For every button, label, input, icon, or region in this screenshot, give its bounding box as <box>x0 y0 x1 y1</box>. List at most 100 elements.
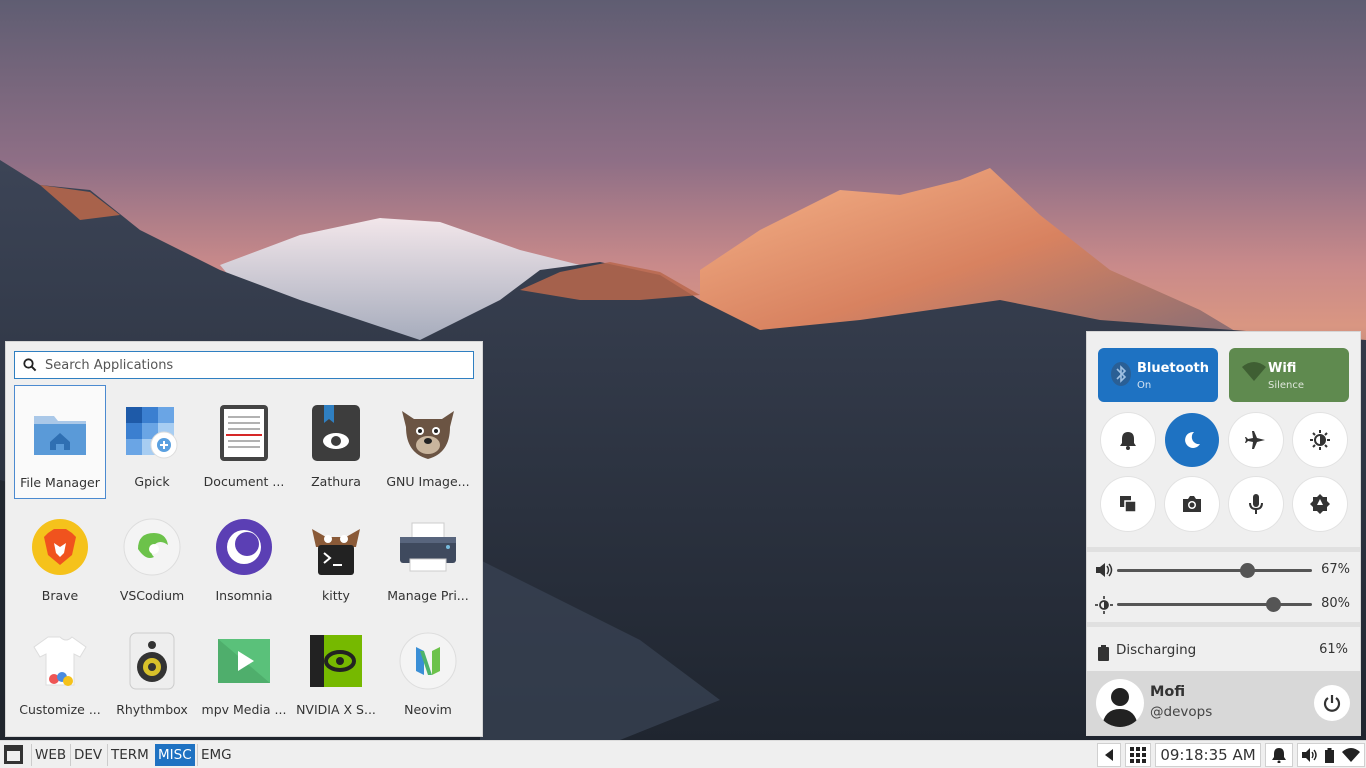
app-manage-printers[interactable]: Manage Pri... <box>382 499 474 613</box>
do-not-disturb-button[interactable] <box>1165 413 1219 467</box>
user-avatar-icon <box>1102 688 1138 727</box>
workspace-dev[interactable]: DEV <box>70 744 105 766</box>
search-box[interactable] <box>14 351 474 379</box>
power-icon <box>1323 695 1341 712</box>
workspace-web[interactable]: WEB <box>31 744 69 766</box>
app-kitty[interactable]: kitty <box>290 499 382 613</box>
app-label: Customize ... <box>19 702 101 717</box>
workspace-term[interactable]: TERM <box>107 744 152 766</box>
nvidia-icon <box>310 635 362 687</box>
avatar[interactable] <box>1096 679 1144 727</box>
brightness-slider[interactable] <box>1117 603 1312 606</box>
volume-value: 67% <box>1321 562 1350 577</box>
taskbar: WEB DEV TERM MISC EMG 09:18:35 AM <box>0 740 1366 768</box>
grid-icon <box>1130 747 1146 763</box>
app-document-viewer[interactable]: Document ... <box>198 385 290 499</box>
volume-slider[interactable] <box>1117 569 1312 572</box>
notifications-button[interactable] <box>1101 413 1155 467</box>
workspace-emg[interactable]: EMG <box>197 744 235 766</box>
separator <box>1087 547 1360 552</box>
brightness-slider-knob[interactable] <box>1265 597 1281 612</box>
power-button[interactable] <box>1314 685 1350 721</box>
app-label: kitty <box>322 588 350 603</box>
app-label: Gpick <box>134 474 170 489</box>
battery-status-text: Discharging <box>1116 642 1197 658</box>
app-label: Neovim <box>404 702 452 717</box>
app-label: NVIDIA X S... <box>296 702 376 717</box>
show-desktop-button[interactable] <box>1125 743 1151 767</box>
windows-icon <box>1120 496 1137 513</box>
folder-home-icon <box>34 416 86 455</box>
app-label: Document ... <box>203 474 285 489</box>
microphone-button[interactable] <box>1229 477 1283 531</box>
battery-percent: 61% <box>1319 642 1348 657</box>
clock-text: 09:18:35 AM <box>1160 746 1256 764</box>
app-gimp[interactable]: GNU Image... <box>382 385 474 499</box>
app-launcher: File Manager Gpick Document ... <box>5 341 483 737</box>
airplane-mode-button[interactable] <box>1229 413 1283 467</box>
bluetooth-toggle[interactable]: Bluetooth On <box>1098 348 1218 402</box>
camera-icon <box>1183 496 1201 512</box>
notification-tray-button[interactable] <box>1265 743 1293 767</box>
clock[interactable]: 09:18:35 AM <box>1155 743 1261 767</box>
app-label: Zathura <box>311 474 361 489</box>
rhythmbox-icon <box>129 632 175 690</box>
app-vscodium[interactable]: VSCodium <box>106 499 198 613</box>
app-insomnia[interactable]: Insomnia <box>198 499 290 613</box>
battery-icon <box>1098 645 1109 661</box>
insomnia-icon <box>216 519 272 575</box>
app-rhythmbox[interactable]: Rhythmbox <box>106 613 198 727</box>
app-nvidia-settings[interactable]: NVIDIA X S... <box>290 613 382 727</box>
screen-mirror-button[interactable] <box>1101 477 1155 531</box>
kitty-icon <box>312 529 360 575</box>
app-label: Manage Pri... <box>387 588 469 603</box>
search-input[interactable] <box>45 357 445 373</box>
app-label: VSCodium <box>119 588 185 603</box>
night-light-button[interactable] <box>1293 413 1347 467</box>
volume-slider-knob[interactable] <box>1240 563 1256 578</box>
screenshot-button[interactable] <box>1165 477 1219 531</box>
app-file-manager[interactable]: File Manager <box>14 385 106 499</box>
app-gpick[interactable]: Gpick <box>106 385 198 499</box>
app-label: Insomnia <box>215 588 273 603</box>
zathura-icon <box>312 405 360 461</box>
brightness-auto-icon <box>1310 430 1330 450</box>
app-label: mpv Media ... <box>201 702 287 717</box>
app-label: Rhythmbox <box>116 702 188 717</box>
gimp-icon <box>402 411 454 459</box>
wifi-toggle[interactable]: Wifi Silence <box>1229 348 1349 402</box>
volume-slider-row: 67% <box>1087 558 1360 582</box>
wifi-icon[interactable] <box>1342 748 1361 762</box>
app-menu-icon[interactable] <box>4 745 23 764</box>
workspace-misc[interactable]: MISC <box>155 744 195 766</box>
brightness-value: 80% <box>1321 596 1350 611</box>
airplane-icon <box>1245 431 1265 449</box>
system-tray <box>1297 743 1365 767</box>
volume-icon[interactable] <box>1301 748 1318 762</box>
mpv-icon <box>218 639 270 683</box>
wifi-status: Silence <box>1268 380 1305 391</box>
brightness-slider-row: 80% <box>1087 592 1360 616</box>
bluetooth-status: On <box>1137 380 1152 391</box>
separator <box>1087 622 1360 627</box>
volume-icon <box>1096 563 1113 577</box>
wifi-title: Wifi <box>1268 361 1297 376</box>
app-label: Brave <box>41 588 79 603</box>
document-viewer-icon <box>220 405 268 461</box>
user-handle: @devops <box>1150 704 1213 720</box>
moon-icon <box>1185 431 1200 448</box>
battery-icon[interactable] <box>1325 747 1335 763</box>
app-zathura[interactable]: Zathura <box>290 385 382 499</box>
brave-icon <box>32 519 88 575</box>
app-label: GNU Image... <box>386 474 470 489</box>
search-icon <box>23 358 37 372</box>
auto-brightness-button[interactable] <box>1293 477 1347 531</box>
app-brave[interactable]: Brave <box>14 499 106 613</box>
gpick-icon <box>126 407 178 459</box>
app-customize[interactable]: Customize ... <box>14 613 106 727</box>
tray-expand-button[interactable] <box>1097 743 1121 767</box>
user-panel: Mofi @devops <box>1087 671 1360 735</box>
app-mpv[interactable]: mpv Media ... <box>198 613 290 727</box>
app-neovim[interactable]: Neovim <box>382 613 474 727</box>
bell-icon <box>1272 748 1286 763</box>
